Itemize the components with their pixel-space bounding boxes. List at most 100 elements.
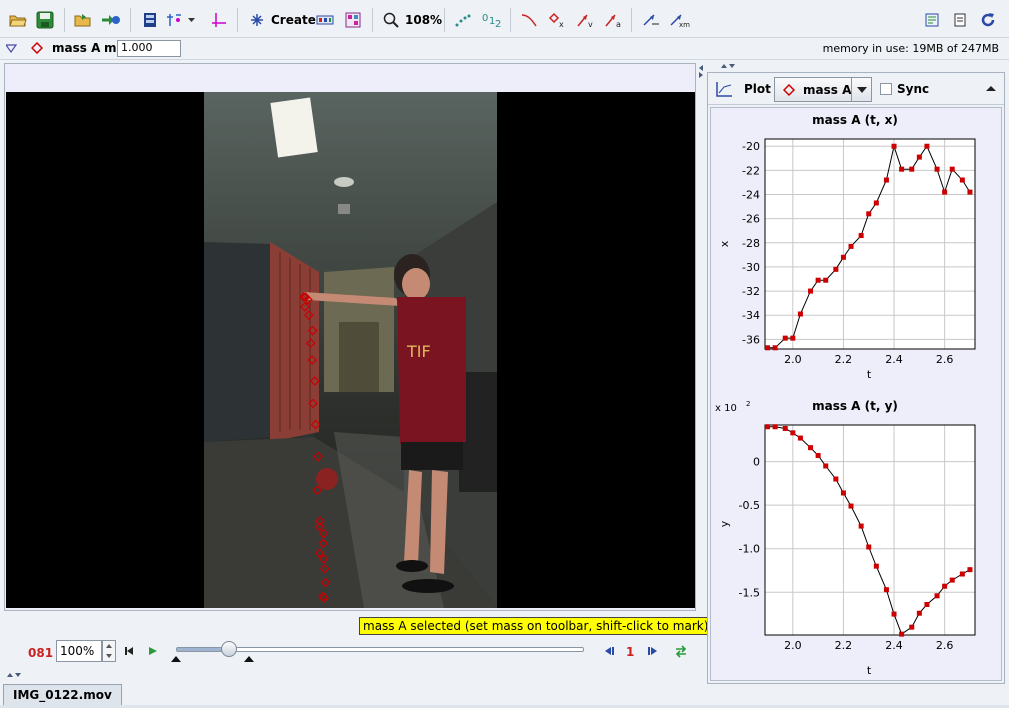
track-point[interactable] [304, 310, 314, 321]
track-point[interactable] [307, 325, 318, 336]
panel-arrows-icon[interactable] [720, 62, 736, 70]
data-point[interactable] [942, 583, 948, 589]
data-point[interactable] [883, 177, 889, 183]
path-button[interactable] [518, 9, 540, 31]
velocity-button[interactable]: v [574, 9, 596, 31]
data-point[interactable] [909, 166, 915, 172]
video-frame[interactable]: TIF [204, 92, 497, 608]
data-point[interactable] [782, 425, 788, 431]
data-point[interactable] [772, 424, 778, 430]
data-point[interactable] [909, 624, 915, 630]
data-point[interactable] [858, 233, 864, 239]
clip-settings-button[interactable] [139, 9, 161, 31]
track-point[interactable] [307, 355, 318, 365]
data-point[interactable] [967, 189, 973, 195]
data-point[interactable] [899, 631, 905, 637]
mass-field[interactable]: 1.000 [117, 40, 181, 57]
step-back-icon[interactable] [603, 646, 615, 656]
track-point[interactable] [305, 338, 316, 349]
video-tab[interactable]: IMG_0122.mov [3, 684, 122, 706]
acceleration-button[interactable]: a [602, 9, 624, 31]
video-zoom-field[interactable]: 100% [56, 640, 102, 662]
data-point[interactable] [924, 143, 930, 149]
vector-stretch-button[interactable] [640, 9, 662, 31]
track-point[interactable] [318, 528, 329, 539]
center-of-mass-button[interactable]: xm [668, 9, 690, 31]
create-track-button[interactable]: Create [246, 9, 316, 31]
refresh-button[interactable] [977, 9, 999, 31]
data-point[interactable] [833, 476, 839, 482]
data-point[interactable] [823, 463, 829, 469]
data-point[interactable] [949, 577, 955, 583]
data-point[interactable] [891, 143, 897, 149]
track-point[interactable] [310, 419, 321, 430]
start-marker-icon[interactable] [171, 656, 181, 662]
data-point[interactable] [949, 166, 955, 172]
data-point[interactable] [848, 503, 854, 509]
data-point[interactable] [924, 602, 930, 608]
data-point[interactable] [808, 288, 814, 294]
data-point[interactable] [797, 435, 803, 441]
data-point[interactable] [797, 311, 803, 317]
data-point[interactable] [782, 335, 788, 341]
divider-arrows-icon[interactable] [697, 64, 705, 78]
track-point[interactable] [312, 485, 323, 496]
data-point[interactable] [808, 445, 814, 451]
data-point[interactable] [899, 166, 905, 172]
data-point[interactable] [790, 335, 796, 341]
trails-button[interactable] [452, 9, 474, 31]
data-point[interactable] [866, 211, 872, 217]
data-point[interactable] [790, 430, 796, 436]
play-icon[interactable] [148, 646, 158, 656]
track-point[interactable] [309, 376, 320, 386]
data-point[interactable] [934, 166, 940, 172]
dropdown-arrow[interactable] [851, 78, 871, 101]
triangle-down-icon[interactable] [6, 44, 17, 53]
data-point[interactable] [916, 610, 922, 616]
data-point[interactable] [765, 345, 771, 351]
track-dropdown[interactable]: mass A [774, 77, 872, 102]
track-point[interactable] [319, 563, 330, 574]
data-point[interactable] [959, 177, 965, 183]
data-point[interactable] [873, 563, 879, 569]
bottom-divider-arrows-icon[interactable] [6, 671, 22, 679]
loop-icon[interactable] [674, 644, 688, 658]
data-point[interactable] [848, 243, 854, 249]
plot-button[interactable]: Plot [714, 78, 771, 100]
calibration-tools-button[interactable] [166, 9, 196, 31]
track-point[interactable] [318, 591, 328, 602]
data-point[interactable] [823, 277, 829, 283]
data-point[interactable] [765, 424, 771, 430]
export-button[interactable] [100, 9, 122, 31]
step-size[interactable]: 1 [626, 645, 634, 659]
track-point[interactable] [318, 538, 329, 549]
save-button[interactable] [34, 9, 56, 31]
data-point[interactable] [916, 154, 922, 160]
track-point[interactable] [313, 451, 324, 462]
zoom-spinner[interactable] [102, 640, 116, 662]
step-forward-icon[interactable] [647, 646, 659, 656]
data-point[interactable] [883, 587, 889, 593]
data-point[interactable] [858, 523, 864, 529]
video-viewport[interactable]: TIF [6, 92, 695, 608]
track-point[interactable] [319, 593, 329, 603]
data-point[interactable] [772, 345, 778, 351]
axes-button[interactable] [208, 9, 230, 31]
frame-slider[interactable] [176, 647, 584, 652]
data-point[interactable] [866, 544, 872, 550]
data-point[interactable] [959, 571, 965, 577]
data-point[interactable] [833, 266, 839, 272]
color-grid-button[interactable] [342, 9, 364, 31]
data-point[interactable] [967, 567, 973, 573]
zoom-button[interactable]: 108% [380, 9, 442, 31]
open-library-button[interactable] [72, 9, 94, 31]
slider-thumb[interactable] [221, 641, 238, 657]
track-point[interactable] [308, 398, 318, 409]
open-button[interactable] [7, 9, 29, 31]
labels-button[interactable]: 012 [480, 9, 502, 31]
data-point[interactable] [815, 452, 821, 458]
track-control-button[interactable] [314, 9, 336, 31]
data-point[interactable] [815, 277, 821, 283]
plot-t-y[interactable]: mass A (t, y) x 10 2 y t 2.0 2.2 2.4 2.6 0 -0… [711, 394, 1001, 680]
data-point[interactable] [840, 254, 846, 260]
